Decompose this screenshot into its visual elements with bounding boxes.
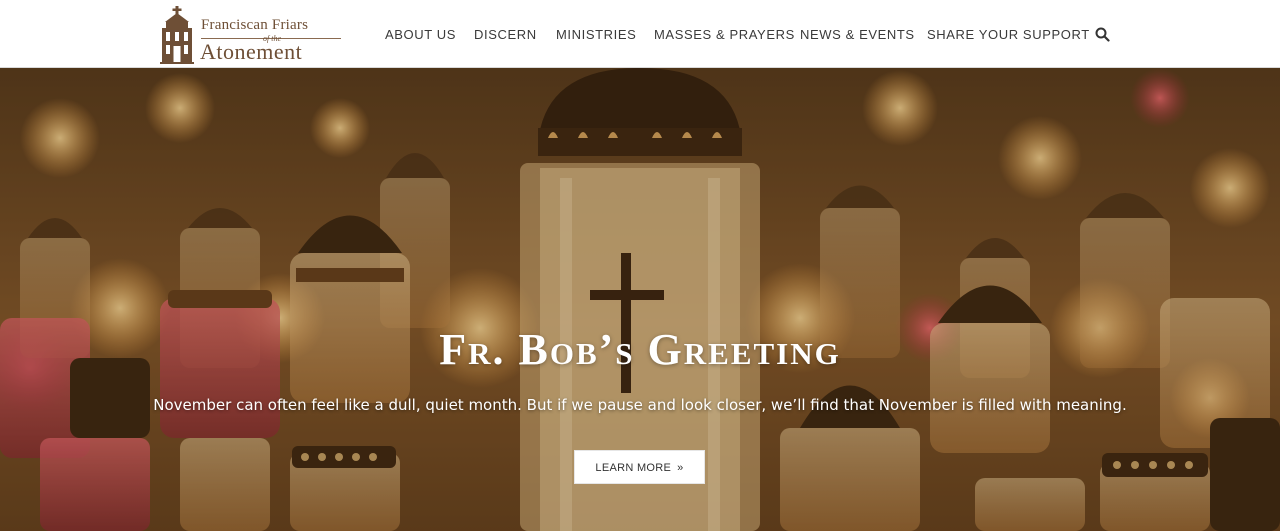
learn-more-label: LEARN MORE <box>595 462 672 474</box>
hero-subtitle: November can often feel like a dull, qui… <box>153 396 1127 414</box>
nav-item-news-events[interactable]: NEWS & EVENTS <box>800 27 915 42</box>
logo-wordmark-bottom: Atonement <box>200 39 303 64</box>
site-header: Franciscan Friars of the Atonement ABOUT… <box>0 0 1280 68</box>
hero-banner: Fr. Bob’s Greeting November can often fe… <box>0 68 1280 531</box>
logo-wordmark-top: Franciscan Friars <box>201 17 309 33</box>
nav-item-ministries[interactable]: MINISTRIES <box>556 27 636 42</box>
church-logo-icon <box>160 6 194 64</box>
hero-title: Fr. Bob’s Greeting <box>439 325 841 374</box>
learn-more-button[interactable]: LEARN MORE » <box>574 450 705 484</box>
double-chevron-right-icon: » <box>677 462 684 474</box>
nav-item-discern[interactable]: DISCERN <box>474 27 537 42</box>
nav-item-masses-prayers[interactable]: MASSES & PRAYERS <box>654 27 795 42</box>
nav-item-share-your-support[interactable]: SHARE YOUR SUPPORT <box>927 27 1090 42</box>
search-icon[interactable] <box>1095 27 1110 42</box>
site-logo[interactable]: Franciscan Friars of the Atonement <box>160 6 350 64</box>
nav-item-about-us[interactable]: ABOUT US <box>385 27 456 42</box>
